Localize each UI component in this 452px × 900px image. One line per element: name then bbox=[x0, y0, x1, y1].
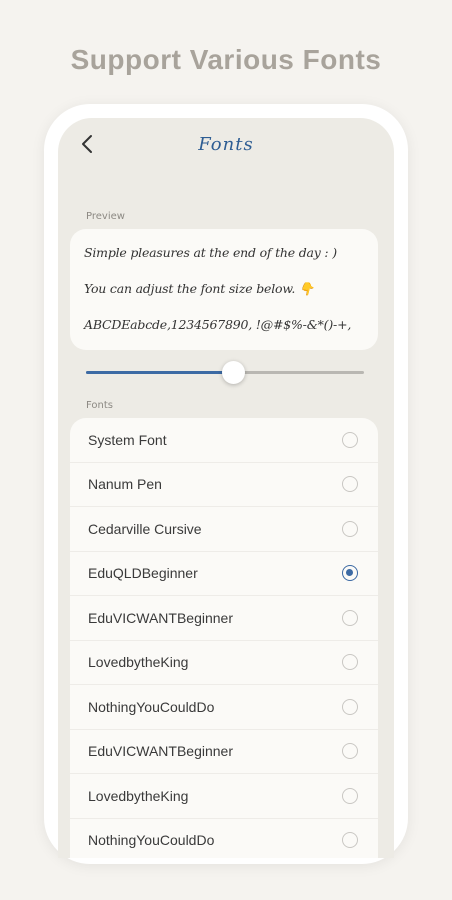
font-option-label: System Font bbox=[88, 431, 167, 448]
radio-unselected-icon[interactable] bbox=[342, 743, 358, 760]
font-option-row[interactable]: System Font bbox=[70, 418, 378, 463]
font-option-label: EduVICWANTBeginner bbox=[88, 743, 233, 760]
font-option-row[interactable]: Cedarville Cursive bbox=[70, 507, 378, 552]
preview-section-label: Preview bbox=[86, 211, 125, 222]
preview-line: ABCDEabcde,1234567890, !@#$%-&*()-+, bbox=[84, 317, 352, 332]
radio-unselected-icon[interactable] bbox=[342, 520, 358, 537]
preview-card: Simple pleasures at the end of the day :… bbox=[70, 229, 378, 350]
page-title: Fonts bbox=[198, 134, 254, 155]
font-option-row[interactable]: Nanum Pen bbox=[70, 463, 378, 507]
font-option-label: NothingYouCouldDo bbox=[88, 698, 215, 715]
font-option-label: Cedarville Cursive bbox=[88, 520, 202, 537]
font-option-label: LovedbytheKing bbox=[88, 654, 189, 671]
font-size-slider-thumb[interactable] bbox=[222, 361, 246, 384]
font-option-label: EduVICWANTBeginner bbox=[88, 609, 233, 626]
preview-line: You can adjust the font size below. 👇 bbox=[84, 281, 315, 296]
radio-unselected-icon[interactable] bbox=[342, 654, 358, 671]
fonts-section-label: Fonts bbox=[86, 400, 113, 411]
radio-unselected-icon[interactable] bbox=[342, 832, 358, 849]
font-option-row[interactable]: EduVICWANTBeginner bbox=[70, 730, 378, 774]
font-option-row[interactable]: NothingYouCouldDo bbox=[70, 685, 378, 730]
font-option-row[interactable]: EduQLDBeginner bbox=[70, 552, 378, 596]
radio-unselected-icon[interactable] bbox=[342, 476, 358, 493]
font-option-label: Nanum Pen bbox=[88, 476, 162, 493]
app-screen: Fonts Preview Simple pleasures at the en… bbox=[58, 118, 394, 858]
font-option-label: NothingYouCouldDo bbox=[88, 832, 215, 849]
font-option-label: EduQLDBeginner bbox=[88, 565, 198, 582]
radio-unselected-icon[interactable] bbox=[342, 609, 358, 626]
radio-unselected-icon[interactable] bbox=[342, 787, 358, 804]
font-option-row[interactable]: LovedbytheKing bbox=[70, 641, 378, 685]
font-size-slider-fill bbox=[86, 371, 234, 374]
font-option-row[interactable]: LovedbytheKing bbox=[70, 774, 378, 819]
radio-unselected-icon[interactable] bbox=[342, 698, 358, 715]
promo-headline: Support Various Fonts bbox=[70, 44, 382, 75]
radio-unselected-icon[interactable] bbox=[342, 431, 358, 448]
font-option-label: LovedbytheKing bbox=[88, 787, 189, 804]
font-list: System Font Nanum Pen Cedarville Cursive Ed… bbox=[70, 418, 378, 858]
radio-selected-icon[interactable] bbox=[342, 565, 358, 582]
font-option-row[interactable]: EduVICWANTBeginner bbox=[70, 596, 378, 641]
preview-line: Simple pleasures at the end of the day :… bbox=[84, 245, 337, 260]
font-option-row[interactable]: NothingYouCouldDo bbox=[70, 819, 378, 859]
